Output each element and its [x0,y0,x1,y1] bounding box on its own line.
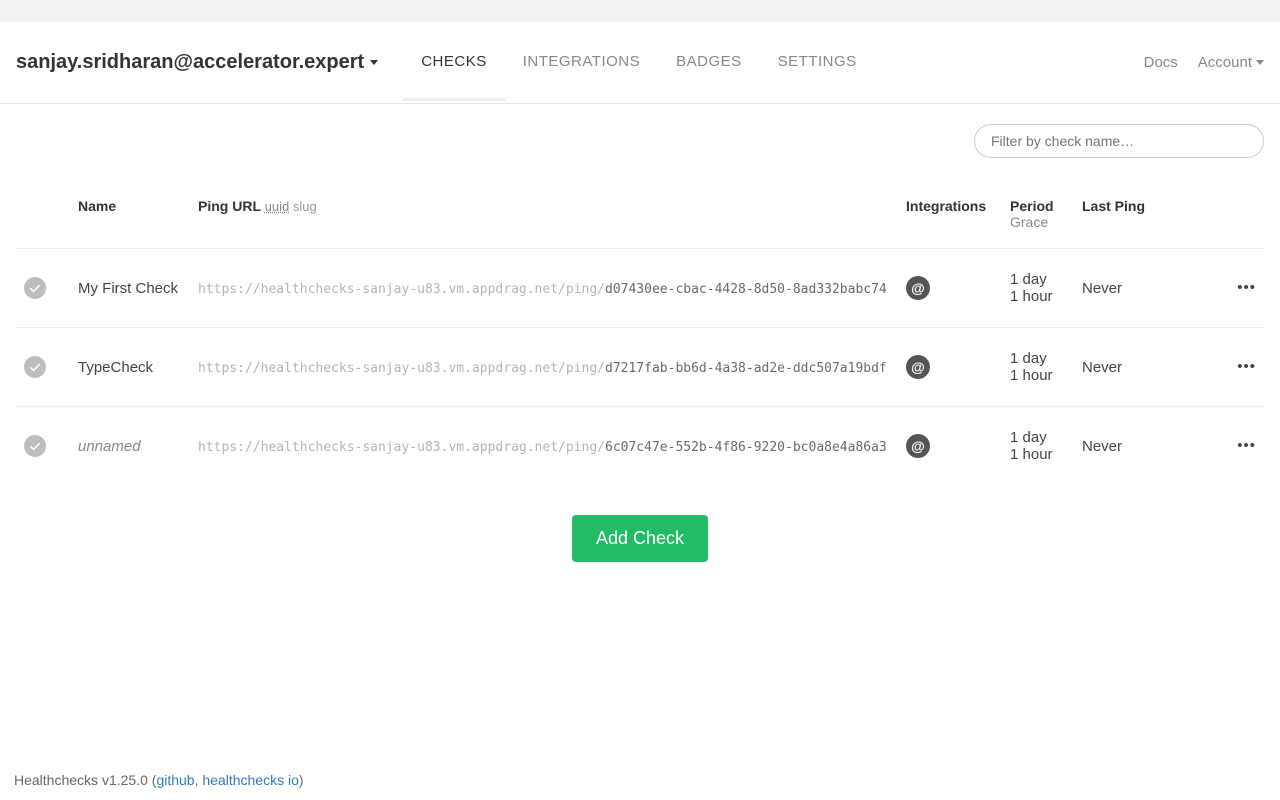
project-name: sanjay.sridharan@accelerator.expert [16,51,364,74]
check-icon [29,361,41,373]
ping-url[interactable]: https://healthchecks-sanjay-u83.vm.appdr… [198,282,887,297]
status-icon [24,277,46,299]
check-icon [29,282,41,294]
grace-label: Grace [1010,214,1066,230]
tab-badges[interactable]: BADGES [658,25,760,101]
ping-uuid: d7217fab-bb6d-4a38-ad2e-ddc507a19bdf [605,361,887,376]
lastping-value: Never [1082,359,1122,376]
caret-down-icon [370,60,378,65]
ping-uuid: d07430ee-cbac-4428-8d50-8ad332babc74 [605,282,887,297]
nav-docs[interactable]: Docs [1144,54,1178,71]
row-actions-menu[interactable]: ••• [1224,407,1264,486]
table-row: TypeCheck https://healthchecks-sanjay-u8… [16,328,1264,407]
check-name[interactable]: My First Check [78,280,178,297]
grace-value: 1 hour [1010,288,1066,305]
navbar-left: sanjay.sridharan@accelerator.expert CHEC… [16,25,1144,101]
ping-url[interactable]: https://healthchecks-sanjay-u83.vm.appdr… [198,361,887,376]
period-label: Period [1010,198,1054,214]
filter-input[interactable] [974,124,1264,158]
footer: Healthchecks v1.25.0 (github, healthchec… [0,760,1280,800]
ping-base: https://healthchecks-sanjay-u83.vm.appdr… [198,440,605,455]
period-value: 1 day [1010,429,1066,446]
col-header-actions [1224,188,1264,249]
email-integration-icon[interactable]: @ [906,276,930,300]
table-row: My First Check https://healthchecks-sanj… [16,249,1264,328]
pingurl-slug-toggle[interactable]: slug [293,199,317,214]
period-value: 1 day [1010,350,1066,367]
col-header-name: Name [70,188,190,249]
row-actions-menu[interactable]: ••• [1224,328,1264,407]
col-header-period: Period Grace [1002,188,1074,249]
tab-checks[interactable]: CHECKS [403,25,505,101]
col-header-status [16,188,70,249]
footer-version: v1.25.0 [102,772,148,788]
window-topbar [0,0,1280,22]
table-row: unnamed https://healthchecks-sanjay-u83.… [16,407,1264,486]
status-icon [24,435,46,457]
navbar-right: Docs Account [1144,54,1264,71]
ping-base: https://healthchecks-sanjay-u83.vm.appdr… [198,282,605,297]
lastping-value: Never [1082,438,1122,455]
grace-value: 1 hour [1010,367,1066,384]
caret-down-icon [1256,60,1264,65]
check-icon [29,440,41,452]
pingurl-uuid-toggle[interactable]: uuid [265,199,290,214]
nav-tabs: CHECKS INTEGRATIONS BADGES SETTINGS [403,25,874,101]
footer-github-link[interactable]: github [156,772,194,788]
navbar: sanjay.sridharan@accelerator.expert CHEC… [0,22,1280,104]
grace-value: 1 hour [1010,446,1066,463]
ping-uuid: 6c07c47e-552b-4f86-9220-bc0a8e4a86a3 [605,440,887,455]
status-icon [24,356,46,378]
filter-row [16,124,1264,158]
tab-settings[interactable]: SETTINGS [760,25,875,101]
check-name[interactable]: TypeCheck [78,359,153,376]
period-value: 1 day [1010,271,1066,288]
checks-table: Name Ping URL uuid slug Integrations Per… [16,188,1264,485]
ping-url[interactable]: https://healthchecks-sanjay-u83.vm.appdr… [198,440,887,455]
col-header-pingurl: Ping URL uuid slug [190,188,898,249]
add-check-row: Add Check [16,485,1264,592]
row-actions-menu[interactable]: ••• [1224,249,1264,328]
project-dropdown[interactable]: sanjay.sridharan@accelerator.expert [16,51,403,74]
tab-integrations[interactable]: INTEGRATIONS [505,25,658,101]
email-integration-icon[interactable]: @ [906,355,930,379]
account-label: Account [1198,54,1252,71]
ping-base: https://healthchecks-sanjay-u83.vm.appdr… [198,361,605,376]
add-check-button[interactable]: Add Check [572,515,708,562]
footer-prefix: Healthchecks [14,772,102,788]
table-header-row: Name Ping URL uuid slug Integrations Per… [16,188,1264,249]
account-dropdown[interactable]: Account [1198,54,1264,71]
footer-site-link[interactable]: healthchecks io [202,772,299,788]
col-header-lastping: Last Ping [1074,188,1224,249]
main-container: Name Ping URL uuid slug Integrations Per… [0,104,1280,592]
check-name[interactable]: unnamed [78,438,141,455]
pingurl-label: Ping URL [198,198,261,214]
lastping-value: Never [1082,280,1122,297]
email-integration-icon[interactable]: @ [906,434,930,458]
col-header-integrations: Integrations [898,188,1002,249]
